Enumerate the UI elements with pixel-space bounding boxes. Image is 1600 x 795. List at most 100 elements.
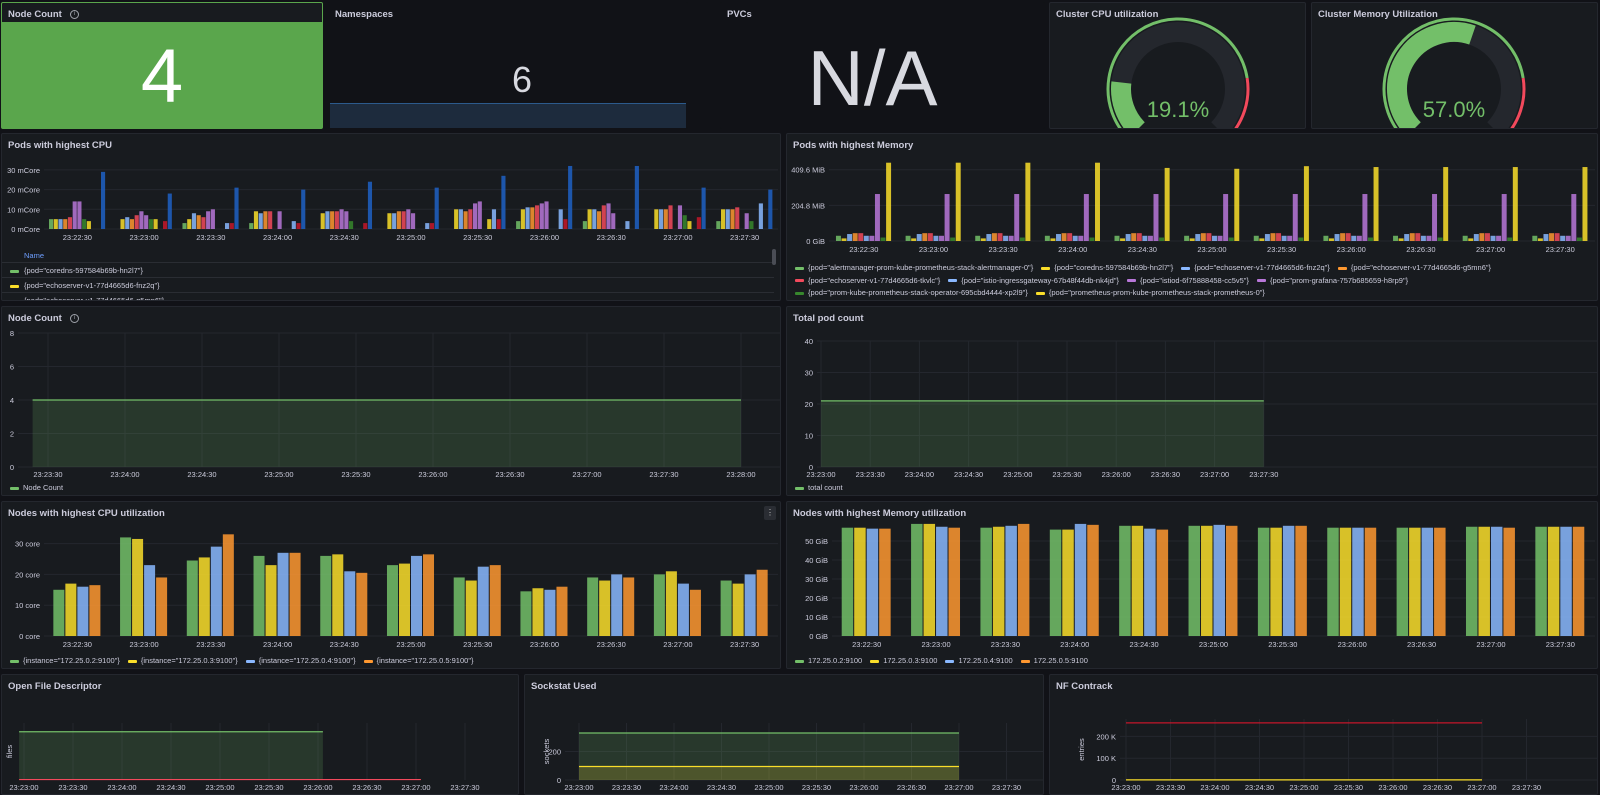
y-tick-label: 0 bbox=[557, 776, 561, 785]
bar bbox=[1479, 233, 1485, 241]
bar bbox=[634, 165, 639, 229]
bar bbox=[1119, 525, 1131, 636]
y-axis-label: files bbox=[5, 745, 14, 759]
legend-item[interactable]: 172.25.0.3:9100 bbox=[870, 656, 937, 665]
bar bbox=[67, 217, 73, 229]
legend-item[interactable]: {instance="172.25.0.4:9100"} bbox=[245, 656, 356, 665]
legend-item[interactable]: {pod="echoserver-v1-77d4665d6-fnz2q"} bbox=[2, 277, 774, 292]
x-tick-label: 23:27:00 bbox=[1476, 245, 1505, 254]
bar bbox=[955, 162, 961, 241]
bar bbox=[721, 209, 726, 229]
legend-item[interactable]: {instance="172.25.0.5:9100"} bbox=[363, 656, 474, 665]
bar bbox=[1072, 235, 1078, 241]
bar bbox=[132, 538, 144, 636]
x-tick-label: 23:25:30 bbox=[1267, 245, 1296, 254]
legend-item[interactable]: {pod="prom-grafana-757b685659-h8rp9"} bbox=[1256, 275, 1408, 288]
bar bbox=[206, 211, 211, 229]
bar bbox=[320, 213, 325, 229]
x-tick-label: 23:26:00 bbox=[530, 233, 559, 242]
legend-item[interactable]: {pod="coredns-597584b69b-hn2l7"} bbox=[2, 262, 774, 277]
bar bbox=[563, 219, 568, 229]
bar bbox=[1409, 527, 1421, 636]
series-area bbox=[821, 400, 1264, 467]
bar bbox=[1078, 235, 1084, 241]
x-tick-label: 23:27:00 bbox=[572, 470, 601, 479]
bar bbox=[725, 209, 730, 229]
legend-item[interactable]: {pod="istiod-6f75888458-cc5v5"} bbox=[1127, 275, 1249, 288]
x-tick-label: 23:24:00 bbox=[659, 783, 688, 792]
x-tick-label: 23:26:00 bbox=[1337, 245, 1366, 254]
y-tick-label: 409.6 MiB bbox=[791, 166, 825, 175]
legend-swatch bbox=[10, 659, 19, 663]
bar bbox=[716, 221, 721, 229]
bar bbox=[491, 209, 497, 229]
y-tick-label: 204.8 MiB bbox=[791, 201, 825, 210]
legend-item[interactable]: {pod="istio-ingressgateway-67b48f44db-nk… bbox=[948, 275, 1119, 288]
series-area bbox=[32, 400, 742, 467]
bar bbox=[1188, 525, 1201, 636]
pod-count-chart: 01020304023:23:00 23:23:30 23:24:00 23:24:3… bbox=[805, 337, 1597, 479]
legend-item[interactable]: total count bbox=[795, 483, 843, 492]
x-tick-label: 23:25:30 bbox=[463, 233, 492, 242]
bar bbox=[1270, 233, 1276, 241]
info-icon[interactable]: i bbox=[69, 10, 79, 19]
legend-scrollbar[interactable] bbox=[772, 249, 776, 265]
legend-item[interactable]: {pod="echoserver-v1-77d4665d6-fnz2q"} bbox=[1181, 262, 1330, 275]
bar bbox=[1362, 194, 1368, 241]
legend-table: Name {pod="coredns-597584b69b-hn2l7"} {p… bbox=[2, 249, 774, 300]
x-tick-label: 23:24:30 bbox=[954, 470, 983, 479]
bar bbox=[1512, 167, 1518, 241]
legend-item[interactable]: {instance="172.25.0.3:9100"} bbox=[127, 656, 238, 665]
bar bbox=[198, 557, 210, 636]
bar bbox=[1201, 525, 1213, 636]
bar bbox=[544, 201, 549, 229]
legend-item[interactable]: {instance="172.25.0.2:9100"} bbox=[10, 656, 120, 665]
legend-item[interactable]: 172.25.0.5:9100 bbox=[1020, 656, 1088, 665]
legend-item[interactable]: {pod="alertmanager-prom-kube-prometheus-… bbox=[795, 262, 1033, 275]
bar bbox=[1003, 235, 1009, 241]
bar bbox=[453, 577, 465, 636]
bar bbox=[1356, 235, 1362, 241]
bar bbox=[1393, 235, 1399, 241]
bar bbox=[1281, 235, 1287, 241]
legend-item[interactable]: {pod="echoserver-v1-77d4665d6-g5mn6"} bbox=[1337, 262, 1491, 275]
legend-item[interactable]: Node Count bbox=[10, 483, 63, 492]
bar bbox=[411, 213, 416, 229]
legend-item[interactable]: {pod="prometheus-prom-kube-prometheus-st… bbox=[1035, 287, 1265, 300]
legend-label: {pod="echoserver-v1-77d4665d6-tkvlc"} bbox=[808, 275, 941, 285]
legend-swatch bbox=[1127, 279, 1137, 283]
bar bbox=[689, 589, 701, 636]
bar bbox=[587, 209, 592, 229]
bar bbox=[325, 211, 330, 229]
legend-swatch bbox=[795, 659, 804, 663]
bar bbox=[63, 219, 68, 229]
bar bbox=[301, 189, 306, 229]
bar bbox=[1328, 238, 1334, 241]
legend-item[interactable]: {pod="coredns-597584b69b-hn2l7"} bbox=[1041, 262, 1173, 275]
x-tick-label: 23:26:00 bbox=[1338, 640, 1367, 649]
bar bbox=[623, 577, 635, 636]
legend-item[interactable]: {pod="echoserver-v1-77d4665d6-tkvlc"} bbox=[795, 275, 940, 288]
legend-item[interactable]: 172.25.0.4:9100 bbox=[945, 656, 1013, 665]
y-tick-label: 20 mCore bbox=[7, 186, 40, 195]
memory-gauge: 57.0% bbox=[1382, 17, 1526, 128]
legend-swatch bbox=[1256, 279, 1266, 283]
bar bbox=[880, 237, 886, 241]
bar bbox=[1352, 527, 1364, 636]
bar bbox=[611, 574, 623, 636]
bar bbox=[1074, 523, 1087, 636]
bar bbox=[730, 209, 735, 229]
legend-item[interactable]: {pod="echoserver-v1-77d4665d6-g5mn6"} bbox=[2, 292, 774, 300]
legend-item[interactable]: {pod="prom-kube-prometheus-stack-operato… bbox=[795, 287, 1028, 300]
y-tick-label: 30 GiB bbox=[805, 575, 828, 584]
bar bbox=[1228, 237, 1234, 241]
bar bbox=[1434, 527, 1446, 636]
bar bbox=[1462, 235, 1468, 241]
legend-item[interactable]: 172.25.0.2:9100 bbox=[795, 656, 862, 665]
bar bbox=[253, 555, 265, 636]
legend-header[interactable]: Name bbox=[2, 249, 774, 262]
legend-label: {pod="prom-kube-prometheus-stack-operato… bbox=[808, 288, 1028, 297]
bar bbox=[1156, 529, 1169, 636]
bar bbox=[530, 207, 535, 229]
x-tick-label: 23:23:30 bbox=[991, 640, 1020, 649]
